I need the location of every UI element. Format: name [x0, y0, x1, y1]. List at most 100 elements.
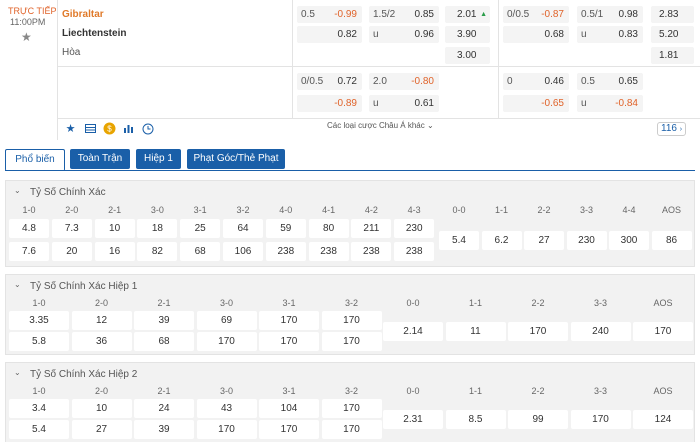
odds-cell[interactable]: 1.5/2 0.85	[369, 6, 439, 23]
odds-value[interactable]: 170	[259, 332, 319, 351]
panel-title[interactable]: Tỷ Số Chính Xác Hiệp 1	[30, 281, 137, 292]
odds-value[interactable]: 240	[570, 321, 631, 341]
chevron-down-icon[interactable]: ⌄	[14, 186, 21, 195]
odds-value[interactable]: 59	[265, 219, 306, 238]
odds-value[interactable]: 27	[71, 420, 132, 439]
tab-corners-cards[interactable]: Phạt Góc/Thẻ Phạt	[187, 149, 285, 169]
odds-cell[interactable]: -0.89	[297, 95, 362, 112]
odds-value[interactable]: 5.8	[9, 332, 69, 351]
odds-value[interactable]: 170	[259, 420, 319, 439]
chevron-down-icon[interactable]: ⌄	[14, 280, 21, 289]
star-icon[interactable]: ★	[21, 30, 32, 44]
odds-cell[interactable]: 0 0.46	[503, 73, 569, 90]
odds-value[interactable]: 16	[94, 242, 135, 261]
clock-icon[interactable]	[140, 121, 155, 136]
odds-value[interactable]: 39	[134, 311, 194, 330]
odds-value[interactable]: 3.4	[9, 399, 69, 418]
odds-value[interactable]: 170	[259, 311, 319, 330]
odds-value[interactable]: 43	[196, 399, 257, 418]
odds-value[interactable]: 82	[137, 242, 178, 261]
odds-value[interactable]: 238	[308, 242, 349, 261]
odds-value[interactable]: 3.35	[9, 311, 69, 330]
panel-title[interactable]: Tỷ Số Chính Xác Hiệp 2	[30, 369, 137, 380]
odds-value[interactable]: 80	[308, 219, 349, 238]
odds-cell[interactable]: 2.01 ▲	[445, 6, 490, 23]
odds-value[interactable]: 7.6	[9, 242, 49, 261]
odds-value[interactable]: 2.31	[383, 409, 443, 429]
odds-cell[interactable]: 0.5 -0.99	[297, 6, 362, 23]
odds-value[interactable]: 106	[223, 242, 263, 261]
away-team[interactable]: Liechtenstein	[62, 28, 126, 39]
odds-value[interactable]: 124	[633, 409, 693, 429]
odds-value[interactable]: 5.4	[9, 420, 69, 439]
odds-cell[interactable]: 0/0.5 0.72	[297, 73, 362, 90]
odds-cell[interactable]: 0/0.5 -0.87	[503, 6, 569, 23]
odds-cell[interactable]: u 0.96	[369, 26, 439, 43]
odds-value[interactable]: 86	[651, 230, 692, 250]
odds-value[interactable]: 238	[394, 242, 435, 261]
more-asian-bets-link[interactable]: Các loại cược Châu Á khác ⌄	[327, 121, 434, 130]
odds-value[interactable]: 170	[321, 332, 382, 351]
odds-value[interactable]: 99	[508, 409, 568, 429]
odds-cell[interactable]: 0.5 0.65	[577, 73, 643, 90]
favorite-star-icon[interactable]: ★	[63, 121, 78, 136]
odds-value[interactable]: 69	[196, 311, 257, 330]
odds-value[interactable]: 170	[196, 332, 257, 351]
odds-value[interactable]: 64	[223, 219, 263, 238]
odds-cell[interactable]: 0.5/1 0.98	[577, 6, 643, 23]
odds-cell[interactable]: 3.00	[445, 47, 490, 64]
odds-value[interactable]: 27	[524, 230, 564, 250]
odds-value[interactable]: 211	[351, 219, 392, 238]
stats-icon[interactable]	[121, 121, 136, 136]
odds-cell[interactable]: 0.82	[297, 26, 362, 43]
odds-value[interactable]: 68	[180, 242, 221, 261]
odds-value[interactable]: 104	[259, 399, 319, 418]
odds-value[interactable]: 2.14	[383, 321, 443, 341]
odds-cell[interactable]: 3.90	[445, 26, 490, 43]
odds-cell[interactable]: -0.65	[503, 95, 569, 112]
odds-value[interactable]: 24	[134, 399, 194, 418]
odds-value[interactable]: 170	[321, 420, 382, 439]
home-team[interactable]: Gibraltar	[62, 9, 104, 20]
odds-value[interactable]: 238	[265, 242, 306, 261]
odds-value[interactable]: 6.2	[481, 230, 522, 250]
odds-value[interactable]: 170	[321, 399, 382, 418]
odds-value[interactable]: 238	[351, 242, 392, 261]
odds-cell[interactable]: u 0.61	[369, 95, 439, 112]
odds-cell[interactable]: 2.83	[651, 6, 694, 23]
odds-value[interactable]: 170	[570, 409, 631, 429]
tab-popular[interactable]: Phổ biến	[5, 149, 65, 171]
odds-value[interactable]: 20	[51, 242, 92, 261]
odds-value[interactable]: 10	[71, 399, 132, 418]
odds-value[interactable]: 170	[508, 321, 568, 341]
odds-value[interactable]: 39	[134, 420, 194, 439]
odds-value[interactable]: 68	[134, 332, 194, 351]
odds-value[interactable]: 8.5	[445, 409, 506, 429]
market-count-button[interactable]: 116 ›	[657, 122, 687, 136]
odds-cell[interactable]: 0.68	[503, 26, 569, 43]
odds-value[interactable]: 170	[633, 321, 693, 341]
odds-value[interactable]: 25	[180, 219, 221, 238]
odds-value[interactable]: 10	[94, 219, 135, 238]
odds-value[interactable]: 36	[71, 332, 132, 351]
odds-value[interactable]: 12	[71, 311, 132, 330]
lineup-icon[interactable]	[83, 121, 98, 136]
odds-cell[interactable]: u -0.84	[577, 95, 643, 112]
odds-value[interactable]: 11	[445, 321, 506, 341]
odds-cell[interactable]: 2.0 -0.80	[369, 73, 439, 90]
odds-value[interactable]: 230	[394, 219, 435, 238]
odds-value[interactable]: 230	[566, 230, 607, 250]
odds-value[interactable]: 18	[137, 219, 178, 238]
tab-full-match[interactable]: Toàn Trận	[70, 149, 130, 169]
odds-cell[interactable]: u 0.83	[577, 26, 643, 43]
odds-value[interactable]: 170	[321, 311, 382, 330]
odds-value[interactable]: 7.3	[51, 219, 92, 238]
coin-icon[interactable]: $	[102, 121, 117, 136]
odds-cell[interactable]: 1.81	[651, 47, 694, 64]
odds-value[interactable]: 4.8	[9, 219, 49, 238]
panel-title[interactable]: Tỷ Số Chính Xác	[30, 187, 106, 198]
tab-first-half[interactable]: Hiệp 1	[136, 149, 181, 169]
odds-value[interactable]: 300	[609, 230, 649, 250]
odds-value[interactable]: 170	[196, 420, 257, 439]
chevron-down-icon[interactable]: ⌄	[14, 368, 21, 377]
